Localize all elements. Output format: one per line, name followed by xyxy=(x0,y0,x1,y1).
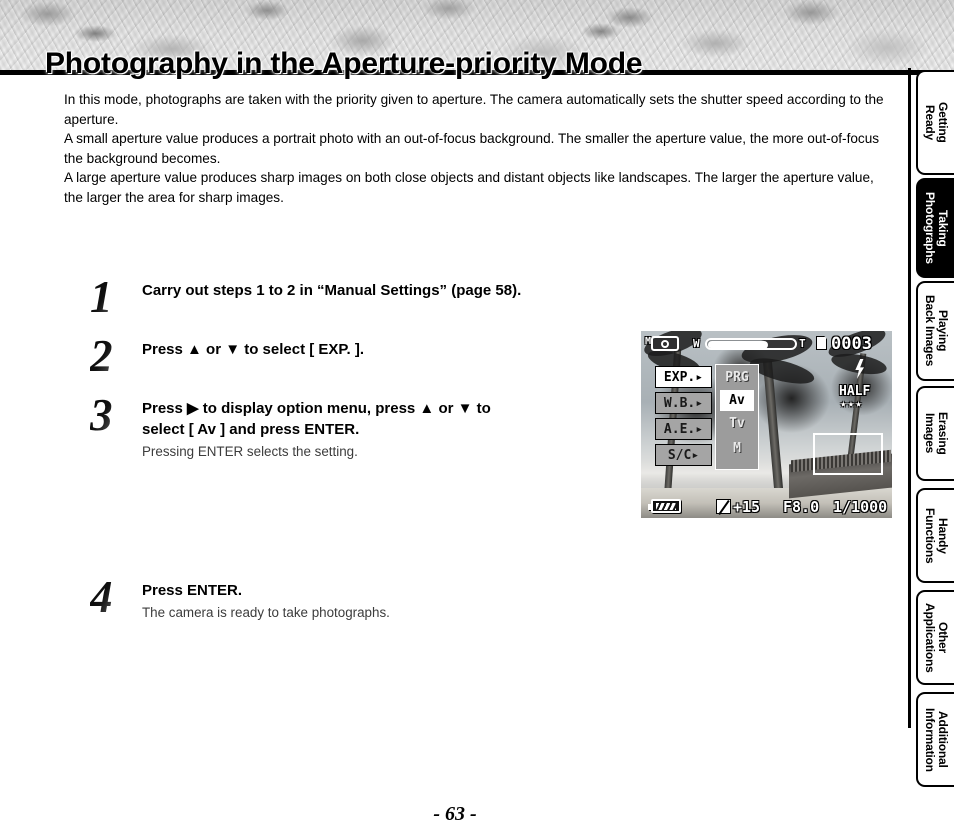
zoom-wide-label: W xyxy=(693,337,700,350)
shutter-speed-value: 1/1000 xyxy=(833,498,888,516)
quality-stars: ★★★ xyxy=(840,397,863,410)
tab-taking-photographs-label: Taking Photographs xyxy=(923,192,950,264)
lcd-option-tv[interactable]: Tv xyxy=(716,411,758,436)
tab-playing-back-images[interactable]: Playing Back Images xyxy=(916,281,954,381)
lcd-menu-left-column[interactable]: EXP.▸ W.B.▸ A.E.▸ S/C▸ xyxy=(655,366,712,470)
tab-additional-information-label: Additional Information xyxy=(923,707,950,772)
step-3-title-line-1: Press ▶ to display option menu, press ▲ … xyxy=(142,400,491,417)
tab-taking-photographs[interactable]: Taking Photographs xyxy=(916,178,954,278)
lcd-menu-option-column[interactable]: PRG Av Tv M xyxy=(715,364,759,470)
tab-erasing-images[interactable]: Erasing Images xyxy=(916,386,954,481)
tab-playing-back-images-label: Playing Back Images xyxy=(923,295,950,367)
tab-handy-functions[interactable]: Handy Functions xyxy=(916,488,954,583)
step-2-number: 2 xyxy=(90,333,136,379)
step-2: 2 Press ▲ or ▼ to select [ EXP. ]. xyxy=(64,333,644,379)
af-focus-frame xyxy=(813,433,883,475)
page-number: - 63 - xyxy=(433,803,477,825)
step-1-number: 1 xyxy=(90,274,136,320)
step-3-subtext: Pressing ENTER selects the setting. xyxy=(142,444,358,459)
lcd-menu-item-wb[interactable]: W.B.▸ xyxy=(655,392,712,414)
lcd-top-status-bar: M W T 0003 xyxy=(641,331,892,355)
step-4-number: 4 xyxy=(90,574,136,620)
camera-icon xyxy=(651,336,679,351)
aperture-value: F8.0 xyxy=(783,498,820,516)
shot-count: 0003 xyxy=(831,334,872,354)
battery-icon xyxy=(648,499,681,513)
palm-trunk-center xyxy=(762,360,785,502)
chapter-tab-rail: Getting Ready Taking Photographs Playing… xyxy=(908,68,954,787)
intro-paragraph-1: In this mode, photographs are taken with… xyxy=(64,92,884,127)
intro-paragraph-3: A large aperture value produces sharp im… xyxy=(64,170,874,205)
exposure-compensation-value: +15 xyxy=(733,498,761,516)
intro-text: In this mode, photographs are taken with… xyxy=(64,90,892,208)
lcd-menu-item-exp[interactable]: EXP.▸ xyxy=(655,366,712,388)
step-4-title: Press ENTER. xyxy=(142,582,243,599)
lcd-menu-item-sc[interactable]: S/C▸ xyxy=(655,444,712,466)
step-1: 1 Carry out steps 1 to 2 in “Manual Sett… xyxy=(64,274,644,320)
camera-lcd-screen: M W T 0003 EXP.▸ W.B.▸ A.E.▸ S/C▸ PRG Av… xyxy=(641,331,892,518)
lcd-option-av[interactable]: Av xyxy=(720,390,754,411)
tab-handy-functions-label: Handy Functions xyxy=(923,507,950,564)
lcd-option-m[interactable]: M xyxy=(716,436,758,461)
tab-getting-ready[interactable]: Getting Ready xyxy=(916,70,954,175)
intro-paragraph-2: A small aperture value produces a portra… xyxy=(64,131,880,166)
zoom-tele-label: T xyxy=(799,337,806,350)
step-3-title-line-2: select [ Av ] and press ENTER. xyxy=(142,421,360,438)
exposure-compensation-icon xyxy=(716,499,731,514)
step-4-subtext: The camera is ready to take photographs. xyxy=(142,605,390,620)
tab-additional-information[interactable]: Additional Information xyxy=(916,692,954,787)
step-2-title: Press ▲ or ▼ to select [ EXP. ]. xyxy=(142,341,364,358)
lcd-bottom-status-bar: +15 F8.0 1/1000 xyxy=(641,495,892,517)
tab-other-applications-label: Other Applications xyxy=(923,602,950,673)
step-4: 4 Press ENTER. The camera is ready to ta… xyxy=(64,574,644,622)
zoom-bar xyxy=(705,338,797,350)
memory-card-icon xyxy=(816,336,827,350)
tab-other-applications[interactable]: Other Applications xyxy=(916,590,954,685)
step-3-number: 3 xyxy=(90,392,136,438)
step-1-title: Carry out steps 1 to 2 in “Manual Settin… xyxy=(142,282,522,299)
tab-erasing-images-label: Erasing Images xyxy=(923,412,950,455)
lcd-menu-item-ae[interactable]: A.E.▸ xyxy=(655,418,712,440)
battery-level-fill xyxy=(656,502,676,510)
zoom-bar-fill xyxy=(708,341,768,348)
lcd-option-prg[interactable]: PRG xyxy=(716,365,758,390)
step-3: 3 Press ▶ to display option menu, press … xyxy=(64,392,644,461)
tab-getting-ready-label: Getting Ready xyxy=(923,102,950,143)
